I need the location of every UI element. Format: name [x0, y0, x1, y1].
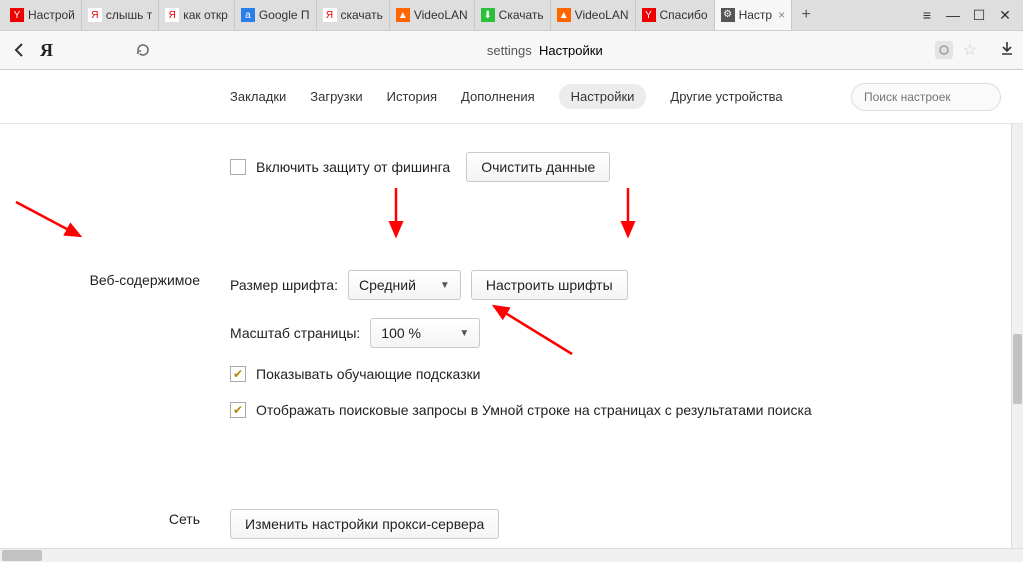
- settings-search-input[interactable]: [851, 83, 1001, 111]
- window-max-button[interactable]: ☐: [971, 7, 987, 24]
- hints-label: Показывать обучающие подсказки: [256, 366, 481, 382]
- settings-search: [851, 83, 1001, 111]
- window-min-button[interactable]: —: [945, 7, 961, 23]
- settings-nav-item[interactable]: Закладки: [230, 89, 286, 104]
- page-zoom-label: Масштаб страницы:: [230, 325, 360, 341]
- browser-tab[interactable]: ⬇ Скачать: [475, 0, 551, 30]
- favicon-icon: Я: [88, 8, 102, 22]
- vertical-scrollbar[interactable]: [1011, 124, 1023, 548]
- font-size-label: Размер шрифта:: [230, 277, 338, 293]
- window-controls: ≡ — ☐ ✕: [919, 0, 1023, 30]
- chevron-down-icon: ▼: [440, 280, 450, 291]
- chevron-down-icon: ▼: [459, 328, 469, 339]
- settings-nav-item[interactable]: История: [387, 89, 437, 104]
- settings-nav-item[interactable]: Другие устройства: [670, 89, 782, 104]
- browser-tab[interactable]: ▲ VideoLAN: [390, 0, 475, 30]
- tab-label: Спасибо: [660, 8, 708, 22]
- configure-fonts-button[interactable]: Настроить шрифты: [471, 270, 628, 300]
- favicon-icon: Я: [323, 8, 337, 22]
- tab-label: как откр: [183, 8, 228, 22]
- font-size-select[interactable]: Средний ▼: [348, 270, 461, 300]
- favicon-icon: ▲: [396, 8, 410, 22]
- reload-button[interactable]: [131, 38, 155, 62]
- font-size-value: Средний: [359, 277, 416, 293]
- tab-label: слышь т: [106, 8, 152, 22]
- browser-tab[interactable]: Яскачать: [317, 0, 390, 30]
- new-tab-button[interactable]: +: [792, 0, 820, 30]
- web-content-section-label: Веб-содержимое: [0, 270, 230, 439]
- favicon-icon: Y: [10, 8, 24, 22]
- address-prefix: settings: [487, 43, 532, 58]
- tab-label: VideoLAN: [575, 8, 629, 22]
- smartline-label: Отображать поисковые запросы в Умной стр…: [256, 400, 812, 421]
- phishing-label: Включить защиту от фишинга: [256, 159, 450, 175]
- tab-label: VideoLAN: [414, 8, 468, 22]
- phishing-checkbox[interactable]: [230, 159, 246, 175]
- tab-label: Настр: [739, 8, 773, 22]
- horizontal-scrollbar[interactable]: [0, 548, 1023, 562]
- browser-tab[interactable]: a Google П: [235, 0, 317, 30]
- favicon-icon: ⬇: [481, 8, 495, 22]
- browser-tab[interactable]: Y Настрой: [4, 0, 82, 30]
- tab-label: Настрой: [28, 8, 75, 22]
- window-menu-button[interactable]: ≡: [919, 7, 935, 23]
- settings-nav-item[interactable]: Настройки: [559, 84, 647, 109]
- favicon-icon: a: [241, 8, 255, 22]
- favicon-icon: ⚙: [721, 8, 735, 22]
- settings-content: Включить защиту от фишинга Очистить данн…: [0, 124, 1011, 548]
- window-close-button[interactable]: ✕: [997, 7, 1013, 24]
- settings-nav: Закладки Загрузки История Дополнения Настрой…: [0, 70, 1023, 124]
- network-section-label: Сеть: [0, 509, 230, 548]
- tab-label: скачать: [341, 8, 383, 22]
- smartline-checkbox[interactable]: [230, 402, 246, 418]
- address-title: Настройки: [539, 43, 603, 58]
- address-bar: Я settings Настройки ☆: [0, 30, 1023, 70]
- vertical-scroll-thumb[interactable]: [1013, 334, 1022, 404]
- yandex-logo-icon[interactable]: Я: [40, 40, 53, 61]
- browser-tab[interactable]: Якак откр: [159, 0, 235, 30]
- tab-strip: YНастройЯслышь тЯкак открaGoogle ПЯскача…: [0, 0, 1023, 30]
- protect-icon[interactable]: [935, 41, 953, 59]
- clear-data-button[interactable]: Очистить данные: [466, 152, 610, 182]
- back-button[interactable]: [8, 38, 32, 62]
- page-zoom-select[interactable]: 100 % ▼: [370, 318, 480, 348]
- browser-tab[interactable]: Y Спасибо: [636, 0, 715, 30]
- favicon-icon: Я: [165, 8, 179, 22]
- close-tab-icon[interactable]: ×: [778, 8, 785, 22]
- tab-label: Google П: [259, 8, 310, 22]
- browser-tab[interactable]: ▲ VideoLAN: [551, 0, 636, 30]
- bookmark-star-icon[interactable]: ☆: [963, 40, 977, 60]
- address-text[interactable]: settings Настройки: [163, 43, 927, 58]
- proxy-settings-button[interactable]: Изменить настройки прокси-сервера: [230, 509, 499, 539]
- page-zoom-value: 100 %: [381, 325, 421, 341]
- browser-tab[interactable]: Яслышь т: [82, 0, 159, 30]
- favicon-icon: ▲: [557, 8, 571, 22]
- favicon-icon: Y: [642, 8, 656, 22]
- horizontal-scroll-thumb[interactable]: [2, 550, 42, 561]
- hints-checkbox[interactable]: [230, 366, 246, 382]
- settings-nav-item[interactable]: Дополнения: [461, 89, 535, 104]
- settings-nav-item[interactable]: Загрузки: [310, 89, 362, 104]
- browser-tab[interactable]: ⚙ Настр ×: [715, 0, 793, 30]
- tab-label: Скачать: [499, 8, 544, 22]
- downloads-icon[interactable]: [999, 40, 1015, 61]
